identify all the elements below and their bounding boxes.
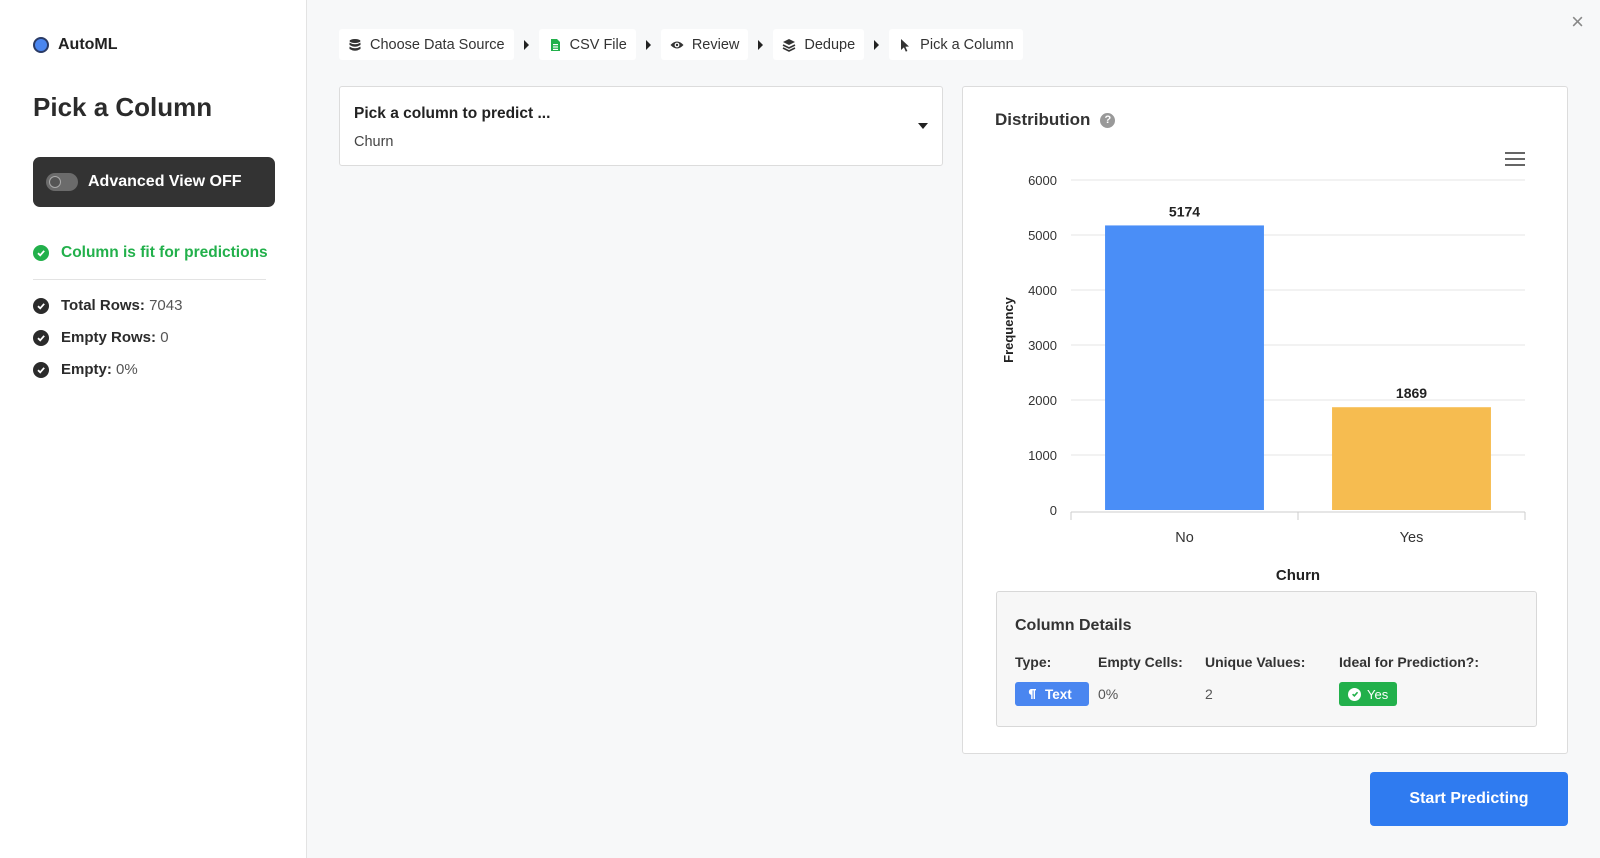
check-circle-icon xyxy=(33,329,49,346)
breadcrumb-label: CSV File xyxy=(569,36,627,53)
caret-right-icon xyxy=(874,39,880,50)
column-details-title: Column Details xyxy=(1015,617,1132,634)
detail-unique-label: Unique Values: xyxy=(1205,654,1306,670)
start-predicting-button[interactable]: Start Predicting xyxy=(1370,772,1568,826)
detail-ideal: Ideal for Prediction?: Yes xyxy=(1339,654,1479,706)
y-axis-title: Frequency xyxy=(1001,296,1016,363)
caret-right-icon xyxy=(523,39,529,50)
page-title: Pick a Column xyxy=(33,92,213,122)
detail-empty-label: Empty Cells: xyxy=(1098,654,1183,670)
ideal-badge: Yes xyxy=(1339,682,1398,706)
check-circle-icon xyxy=(1348,687,1361,701)
x-axis-title: Churn xyxy=(1276,567,1320,584)
check-circle-icon xyxy=(33,361,49,378)
bar-yes xyxy=(1332,407,1491,510)
y-tick-label: 4000 xyxy=(1028,283,1057,298)
brand-logo-icon xyxy=(33,37,49,53)
close-icon[interactable]: × xyxy=(1571,9,1584,35)
x-tick-label: No xyxy=(1175,530,1194,546)
eye-icon xyxy=(670,41,684,48)
ideal-badge-text: Yes xyxy=(1367,686,1389,702)
stat-total-rows: Total Rows: 7043 xyxy=(33,297,182,314)
detail-type: Type: Text xyxy=(1015,654,1089,706)
y-tick-label: 1000 xyxy=(1028,448,1057,463)
column-picker-dropdown[interactable]: Pick a column to predict ... Churn xyxy=(339,86,943,166)
toggle-switch-icon xyxy=(46,173,78,191)
stat-value: 0 xyxy=(160,329,169,346)
caret-right-icon xyxy=(758,39,764,50)
detail-unique-value: 2 xyxy=(1205,686,1213,702)
stat-label: Empty Rows: xyxy=(61,329,157,346)
breadcrumb-label: Pick a Column xyxy=(920,36,1014,53)
fit-status: Column is fit for predictions xyxy=(33,244,268,262)
cursor-icon xyxy=(901,38,910,52)
caret-right-icon xyxy=(645,39,651,50)
y-tick-label: 3000 xyxy=(1028,338,1057,353)
stat-label: Total Rows: xyxy=(61,297,145,314)
distribution-panel: Distribution ? 0 1000 2000 3000 4000 5000 6000… xyxy=(962,86,1568,754)
data-label: 1869 xyxy=(1396,385,1427,401)
stat-label: Empty: xyxy=(61,361,112,378)
breadcrumb-pick-a-column[interactable]: Pick a Column xyxy=(889,29,1023,60)
breadcrumb-label: Review xyxy=(691,36,740,53)
column-details: Column Details Type: Text Empty Cells: 0… xyxy=(996,591,1537,727)
brand-name: AutoML xyxy=(58,36,118,53)
detail-ideal-label: Ideal for Prediction?: xyxy=(1339,654,1480,670)
detail-unique-values: Unique Values: 2 xyxy=(1205,654,1305,702)
stat-value: 0% xyxy=(116,361,138,378)
y-tick-label: 0 xyxy=(1050,503,1057,518)
type-badge: Text xyxy=(1015,682,1089,706)
detail-type-label: Type: xyxy=(1015,654,1052,670)
sidebar: AutoML Pick a Column Advanced View OFF C… xyxy=(0,0,307,858)
breadcrumb-dedupe[interactable]: Dedupe xyxy=(773,29,865,60)
advanced-view-label: Advanced View OFF xyxy=(88,173,242,190)
detail-empty-cells: Empty Cells: 0% xyxy=(1098,654,1183,702)
stat-empty-percent: Empty: 0% xyxy=(33,361,138,378)
database-icon xyxy=(349,38,361,51)
breadcrumb-csv-file[interactable]: CSV File xyxy=(538,29,636,60)
csv-file-icon xyxy=(550,38,560,51)
breadcrumb-label: Choose Data Source xyxy=(370,36,505,53)
data-label: 5174 xyxy=(1169,203,1200,219)
stat-empty-rows: Empty Rows: 0 xyxy=(33,329,169,346)
fit-message: Column is fit for predictions xyxy=(61,244,268,261)
stat-value: 7043 xyxy=(149,297,183,314)
type-badge-text: Text xyxy=(1045,686,1072,702)
layers-icon xyxy=(783,38,796,52)
breadcrumb-review[interactable]: Review xyxy=(660,29,749,60)
check-circle-icon xyxy=(33,245,49,261)
bar-no xyxy=(1105,225,1264,510)
paragraph-icon xyxy=(1028,689,1036,699)
brand: AutoML xyxy=(33,36,118,54)
detail-empty-value: 0% xyxy=(1098,686,1119,702)
y-tick-label: 2000 xyxy=(1028,393,1057,408)
breadcrumb-choose-data-source[interactable]: Choose Data Source xyxy=(339,29,514,60)
picker-selected-value: Churn xyxy=(354,134,394,150)
advanced-view-toggle[interactable]: Advanced View OFF xyxy=(33,157,275,207)
x-tick-label: Yes xyxy=(1400,530,1424,546)
sidebar-divider xyxy=(33,279,266,280)
distribution-chart: 0 1000 2000 3000 4000 5000 6000 5174 No 1869 Yes Ch… xyxy=(1001,173,1526,584)
chevron-down-icon xyxy=(918,123,928,129)
y-tick-label: 6000 xyxy=(1028,173,1057,188)
breadcrumb: Choose Data Source CSV File Review Dedup… xyxy=(339,29,1023,60)
picker-label: Pick a column to predict ... xyxy=(354,105,551,122)
check-circle-icon xyxy=(33,297,49,314)
y-tick-label: 5000 xyxy=(1028,228,1057,243)
breadcrumb-label: Dedupe xyxy=(804,36,856,53)
